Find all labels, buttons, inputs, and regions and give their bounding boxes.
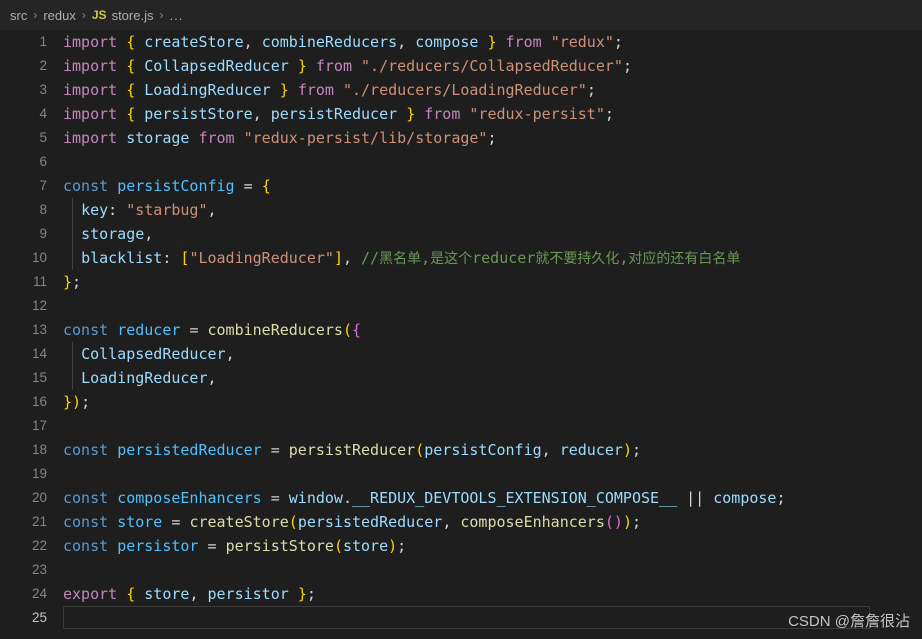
line-number: 14 — [31, 346, 47, 361]
line-content: const persistor = persistStore(store); — [63, 537, 407, 555]
code-line[interactable]: 19 — [0, 462, 922, 486]
line-number: 13 — [31, 322, 47, 337]
line-content: storage, — [81, 225, 154, 243]
line-number: 5 — [39, 130, 47, 145]
breadcrumb-item-overflow[interactable]: ... — [169, 8, 183, 23]
line-content: LoadingReducer, — [81, 369, 217, 387]
code-line[interactable]: 2 import { CollapsedReducer } from "./red… — [0, 54, 922, 78]
line-number: 23 — [31, 562, 47, 577]
code-line[interactable]: 3 import { LoadingReducer } from "./reduc… — [0, 78, 922, 102]
code-line[interactable]: 4 import { persistStore, persistReducer }… — [0, 102, 922, 126]
code-line[interactable]: 7 const persistConfig = { — [0, 174, 922, 198]
line-content: const persistedReducer = persistReducer(… — [63, 441, 641, 459]
line-number: 1 — [39, 34, 47, 49]
line-number: 7 — [39, 178, 47, 193]
line-content: import storage from "redux-persist/lib/s… — [63, 129, 497, 147]
code-line[interactable]: 12 — [0, 294, 922, 318]
line-number: 2 — [39, 58, 47, 73]
code-line[interactable]: 11}; — [0, 270, 922, 294]
line-content: const reducer = combineReducers({ — [63, 321, 362, 339]
code-line[interactable]: 9 storage, — [0, 222, 922, 246]
line-number: 16 — [31, 394, 47, 409]
code-line[interactable]: 21 const store = createStore(persistedRed… — [0, 510, 922, 534]
chevron-right-icon: › — [81, 8, 86, 22]
line-number: 18 — [31, 442, 47, 457]
line-number: 15 — [31, 370, 47, 385]
line-number: 17 — [31, 418, 47, 433]
line-number: 6 — [39, 154, 47, 169]
line-content: export { store, persistor }; — [63, 585, 316, 603]
line-content: }); — [63, 393, 91, 411]
code-line[interactable]: 10 blacklist: ["LoadingReducer"], //黑名单,… — [0, 246, 922, 270]
js-file-icon: JS — [91, 8, 107, 22]
code-lines-container[interactable]: 1 import { createStore, combineReducers, … — [0, 30, 922, 630]
code-editor[interactable]: 1 import { createStore, combineReducers, … — [0, 30, 922, 639]
line-content: blacklist: ["LoadingReducer"], //黑名单,是这个… — [81, 249, 741, 267]
code-line[interactable]: 1 import { createStore, combineReducers, … — [0, 30, 922, 54]
code-line[interactable]: 5 import storage from "redux-persist/lib/… — [0, 126, 922, 150]
line-number: 19 — [31, 466, 47, 481]
line-number: 4 — [39, 106, 47, 121]
code-line[interactable]: 14 CollapsedReducer, — [0, 342, 922, 366]
code-line[interactable]: 18 const persistedReducer = persistReduce… — [0, 438, 922, 462]
breadcrumb: src › redux › JS store.js › ... — [0, 0, 922, 30]
line-content: import { createStore, combineReducers, c… — [63, 33, 623, 51]
code-line[interactable]: 6 — [0, 150, 922, 174]
line-content: import { persistStore, persistReducer } … — [63, 105, 614, 123]
code-line[interactable]: 25 — [0, 606, 922, 630]
code-line[interactable]: 13 const reducer = combineReducers({ — [0, 318, 922, 342]
chevron-right-icon: › — [159, 8, 164, 22]
code-line[interactable]: 16}); — [0, 390, 922, 414]
line-number: 20 — [31, 490, 47, 505]
line-number: 12 — [31, 298, 47, 313]
code-line[interactable]: 22 const persistor = persistStore(store); — [0, 534, 922, 558]
code-line[interactable]: 8 key: "starbug", — [0, 198, 922, 222]
chevron-right-icon: › — [33, 8, 38, 22]
code-line[interactable]: 17 — [0, 414, 922, 438]
line-content: }; — [63, 273, 82, 291]
line-number: 22 — [31, 538, 47, 553]
line-content: const persistConfig = { — [63, 177, 271, 195]
line-number: 10 — [31, 250, 47, 265]
code-line[interactable]: 15 LoadingReducer, — [0, 366, 922, 390]
line-number: 8 — [39, 202, 47, 217]
breadcrumb-item-src[interactable]: src — [10, 8, 27, 23]
line-number: 21 — [31, 514, 47, 529]
line-content: import { CollapsedReducer } from "./redu… — [63, 57, 632, 75]
breadcrumb-item-file[interactable]: store.js — [112, 8, 154, 23]
line-content: CollapsedReducer, — [81, 345, 235, 363]
line-content: const composeEnhancers = window.__REDUX_… — [63, 489, 786, 507]
line-content: key: "starbug", — [81, 201, 217, 219]
line-content: import { LoadingReducer } from "./reduce… — [63, 81, 596, 99]
line-number: 11 — [32, 274, 47, 289]
breadcrumb-item-redux[interactable]: redux — [43, 8, 76, 23]
line-number: 3 — [39, 82, 47, 97]
line-number: 24 — [31, 586, 47, 601]
code-line[interactable]: 23 — [0, 558, 922, 582]
line-number: 9 — [39, 226, 47, 241]
active-line-highlight — [63, 606, 870, 629]
code-line[interactable]: 20 const composeEnhancers = window.__REDU… — [0, 486, 922, 510]
code-line[interactable]: 24 export { store, persistor }; — [0, 582, 922, 606]
line-content: const store = createStore(persistedReduc… — [63, 513, 641, 531]
line-number: 25 — [31, 610, 47, 625]
